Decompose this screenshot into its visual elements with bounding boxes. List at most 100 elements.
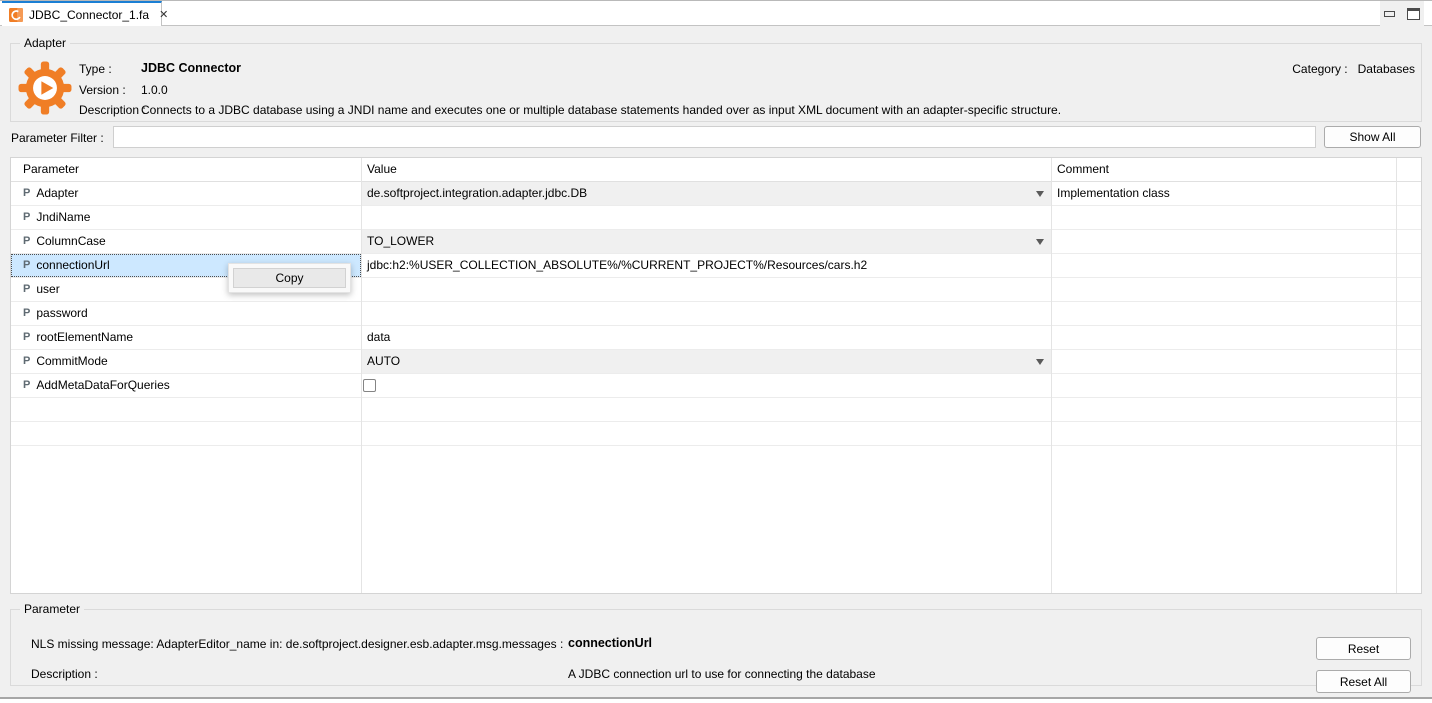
parameter-icon: P [23, 182, 30, 205]
category-label: Category : [1292, 62, 1347, 76]
parameter-value-cell[interactable]: AUTO [361, 350, 1051, 373]
value-text: de.softproject.integration.adapter.jdbc.… [367, 182, 1051, 205]
parameter-icon: P [23, 374, 30, 397]
description-label: Description : [79, 103, 146, 117]
version-label: Version : [79, 83, 126, 97]
parameter-value-cell[interactable]: jdbc:h2:%USER_COLLECTION_ABSOLUTE%/%CURR… [361, 254, 1051, 277]
parameter-value-cell[interactable] [361, 278, 1051, 301]
parameter-icon: P [23, 230, 30, 253]
value-text: AUTO [367, 350, 1051, 373]
parameter-detail-panel: Parameter NLS missing message: AdapterEd… [10, 602, 1422, 686]
table-row[interactable]: Puser [11, 278, 1421, 302]
parameter-comment-cell [1051, 278, 1396, 301]
parameter-extra-cell [1396, 374, 1421, 397]
table-row[interactable]: Ppassword [11, 302, 1421, 326]
column-divider [361, 158, 362, 593]
maximize-icon[interactable] [1407, 8, 1420, 20]
parameter-description-label: Description : [31, 667, 98, 681]
parameter-extra-cell [1396, 350, 1421, 373]
parameter-description-value: A JDBC connection url to use for connect… [568, 667, 876, 681]
parameter-value-cell[interactable]: de.softproject.integration.adapter.jdbc.… [361, 182, 1051, 205]
parameter-icon: P [23, 350, 30, 373]
version-value: 1.0.0 [141, 83, 168, 97]
dropdown-arrow-icon[interactable] [1036, 239, 1044, 245]
dropdown-arrow-icon[interactable] [1036, 191, 1044, 197]
parameter-icon: P [23, 302, 30, 325]
editor-tab-bar: JDBC_Connector_1.fa ✕ [0, 0, 1432, 26]
parameter-value-cell[interactable] [361, 374, 1051, 397]
tab-title: JDBC_Connector_1.fa [29, 8, 149, 22]
window-bottom-strip [0, 699, 1432, 703]
parameter-name-label: NLS missing message: AdapterEditor_name … [31, 637, 563, 651]
table-header-row: Parameter Value Comment [11, 158, 1421, 182]
parameter-value-cell[interactable] [361, 206, 1051, 229]
parameter-name-cell[interactable]: ProotElementName [11, 326, 361, 349]
parameter-comment-cell [1051, 254, 1396, 277]
parameter-name-value: connectionUrl [568, 636, 652, 650]
table-row[interactable]: PconnectionUrljdbc:h2:%USER_COLLECTION_A… [11, 254, 1421, 278]
value-text: jdbc:h2:%USER_COLLECTION_ABSOLUTE%/%CURR… [367, 254, 1051, 277]
type-value: JDBC Connector [141, 61, 241, 75]
type-label: Type : [79, 62, 112, 76]
parameter-label: CommitMode [36, 350, 107, 373]
column-header-value[interactable]: Value [361, 158, 1051, 181]
parameter-table: Parameter Value Comment P Adapter de.softp… [10, 157, 1422, 594]
adapter-editor-window: JDBC_Connector_1.fa ✕ Adapter [0, 0, 1432, 703]
parameter-name-cell[interactable]: P AddMetaDataForQueries [11, 374, 361, 397]
column-header-comment[interactable]: Comment [1051, 158, 1396, 181]
parameter-label: user [36, 278, 59, 301]
show-all-button[interactable]: Show All [1324, 126, 1421, 148]
adapter-file-icon [9, 8, 23, 22]
reset-all-button[interactable]: Reset All [1316, 670, 1411, 693]
parameter-name-cell[interactable]: P JndiName [11, 206, 361, 229]
parameter-name-cell[interactable]: PColumnCase [11, 230, 361, 253]
table-row[interactable]: P CommitMode AUTO [11, 350, 1421, 374]
parameter-extra-cell [1396, 302, 1421, 325]
parameter-extra-cell [1396, 278, 1421, 301]
parameter-name-cell[interactable]: Ppassword [11, 302, 361, 325]
value-text: TO_LOWER [367, 230, 1051, 253]
parameter-value-cell[interactable]: TO_LOWER [361, 230, 1051, 253]
parameter-icon: P [23, 254, 30, 277]
column-header-parameter[interactable]: Parameter [11, 158, 361, 181]
parameter-comment-cell: Implementation class [1051, 182, 1396, 205]
table-row[interactable]: P Adapter de.softproject.integration.adapt… [11, 182, 1421, 206]
parameter-label: JndiName [36, 206, 90, 229]
category-field: Category : Databases [1292, 62, 1415, 76]
parameter-value-cell[interactable] [361, 302, 1051, 325]
adapter-gear-icon [18, 61, 72, 115]
adapter-info-panel: Adapter Type : JDBC Connector [10, 36, 1422, 122]
tab-close-icon[interactable]: ✕ [159, 8, 168, 21]
parameter-label: AddMetaDataForQueries [36, 374, 169, 397]
parameter-filter-input[interactable] [113, 126, 1316, 148]
tab-jdbc-connector[interactable]: JDBC_Connector_1.fa ✕ [2, 1, 162, 26]
parameter-comment-cell [1051, 350, 1396, 373]
parameter-filter-label: Parameter Filter : [11, 131, 104, 145]
context-menu-item-copy[interactable]: Copy [233, 268, 346, 288]
minimize-icon[interactable] [1384, 11, 1395, 17]
table-row[interactable]: PColumnCase TO_LOWER [11, 230, 1421, 254]
parameter-label: password [36, 302, 87, 325]
parameter-label: Adapter [36, 182, 78, 205]
dropdown-arrow-icon[interactable] [1036, 359, 1044, 365]
category-value: Databases [1358, 62, 1415, 76]
parameter-name-cell[interactable]: P Adapter [11, 182, 361, 205]
table-row[interactable]: P AddMetaDataForQueries [11, 374, 1421, 398]
parameter-name-cell[interactable]: P CommitMode [11, 350, 361, 373]
param-table-rows: P Adapter de.softproject.integration.adapt… [11, 182, 1421, 446]
parameter-label: rootElementName [36, 326, 133, 349]
reset-button[interactable]: Reset [1316, 637, 1411, 660]
parameter-icon: P [23, 206, 30, 229]
view-controls [1380, 1, 1424, 26]
table-row[interactable]: P JndiName [11, 206, 1421, 230]
parameter-value-cell[interactable]: data [361, 326, 1051, 349]
parameter-comment-cell [1051, 206, 1396, 229]
parameter-icon: P [23, 278, 30, 301]
parameter-comment-cell [1051, 302, 1396, 325]
parameter-extra-cell [1396, 254, 1421, 277]
table-row[interactable]: ProotElementNamedata [11, 326, 1421, 350]
value-checkbox[interactable] [363, 379, 376, 392]
parameter-extra-cell [1396, 326, 1421, 349]
context-menu: Copy [228, 263, 351, 293]
parameter-extra-cell [1396, 230, 1421, 253]
